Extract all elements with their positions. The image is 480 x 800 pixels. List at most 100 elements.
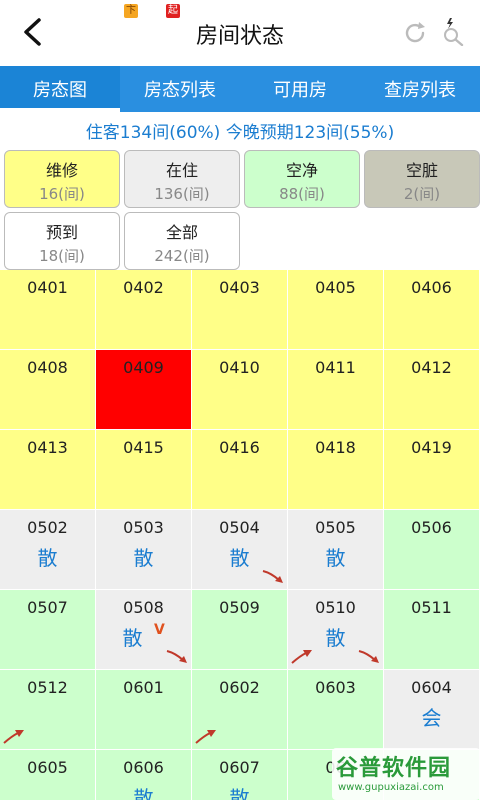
room-cell[interactable]: 0409 <box>96 350 192 430</box>
room-number: 0406 <box>411 278 452 297</box>
room-number: 0512 <box>27 678 68 697</box>
tab-room-list[interactable]: 房态列表 <box>120 66 240 112</box>
checkout-arrow-icon <box>358 650 379 663</box>
watermark: 谷普软件园 www.gupuxiazai.com <box>332 748 480 800</box>
room-cell[interactable]: 0402 <box>96 270 192 350</box>
room-cell[interactable]: 0415 <box>96 430 192 510</box>
filter-occupied[interactable]: 在住 136(间) <box>124 150 240 208</box>
guest-type-tag: 会 <box>421 706 442 730</box>
room-cell[interactable]: 0606 散 <box>96 750 192 800</box>
room-cell[interactable]: 0412 <box>384 350 480 430</box>
room-cell[interactable]: 0419 <box>384 430 480 510</box>
filter-count: 18(间) <box>39 247 85 265</box>
room-cell[interactable]: 0502 散 <box>0 510 96 590</box>
guest-type-tag: 散 <box>325 546 346 570</box>
room-cell[interactable]: 0405 <box>288 270 384 350</box>
room-cell[interactable]: 0408 <box>0 350 96 430</box>
filter-count: 2(间) <box>403 185 441 203</box>
room-cell[interactable]: 0410 <box>192 350 288 430</box>
room-cell[interactable]: 0418 <box>288 430 384 510</box>
room-number: 0413 <box>27 438 68 457</box>
filter-all[interactable]: 全部 242(间) <box>124 212 240 270</box>
room-cell[interactable]: 0505 散 <box>288 510 384 590</box>
status-icons: 卞 起 <box>124 4 180 18</box>
room-cell[interactable]: 0604 会 <box>384 670 480 750</box>
room-cell[interactable]: 0411 <box>288 350 384 430</box>
room-number: 0405 <box>315 278 356 297</box>
checkin-arrow-icon <box>291 650 312 664</box>
guest-type-tag: 散 <box>37 546 58 570</box>
room-cell[interactable]: 0607 散 <box>192 750 288 800</box>
room-number: 0607 <box>219 758 260 777</box>
filter-count: 136(间) <box>154 185 210 203</box>
room-cell[interactable]: 0508 散 V <box>96 590 192 670</box>
filter-label: 维修 <box>45 161 78 180</box>
room-number: 0410 <box>219 358 260 377</box>
checkin-arrow-icon <box>3 730 24 744</box>
room-cell[interactable]: 0512 <box>0 670 96 750</box>
watermark-title: 谷普软件园 <box>336 756 452 781</box>
room-number: 0418 <box>315 438 356 457</box>
filter-label: 空脏 <box>405 161 438 180</box>
room-cell[interactable]: 0416 <box>192 430 288 510</box>
room-cell[interactable]: 0605 <box>0 750 96 800</box>
checkout-arrow-icon <box>166 650 187 663</box>
room-number: 0606 <box>123 758 164 777</box>
vip-badge: V <box>154 622 165 638</box>
room-number: 0412 <box>411 358 452 377</box>
room-number: 0511 <box>411 598 452 617</box>
app-icon-1: 卞 <box>124 4 138 18</box>
room-number: 0403 <box>219 278 260 297</box>
filter-clean[interactable]: 空净 88(间) <box>244 150 360 208</box>
room-number: 0505 <box>315 518 356 537</box>
search-icon[interactable] <box>440 18 466 46</box>
occupancy-summary: 住客134间(60%) 今晚预期123间(55%) <box>85 123 395 143</box>
room-cell[interactable]: 0403 <box>192 270 288 350</box>
room-cell[interactable]: 0413 <box>0 430 96 510</box>
room-cell[interactable]: 0507 <box>0 590 96 670</box>
room-number: 0603 <box>315 678 356 697</box>
filter-dirty[interactable]: 空脏 2(间) <box>364 150 480 208</box>
room-cell[interactable]: 0503 散 <box>96 510 192 590</box>
room-cell[interactable]: 0510 散 <box>288 590 384 670</box>
guest-type-tag: 散 <box>133 786 154 800</box>
room-number: 0507 <box>27 598 68 617</box>
app-icon-2: 起 <box>166 4 180 18</box>
room-number: 0419 <box>411 438 452 457</box>
room-number: 0408 <box>27 358 68 377</box>
room-number: 0605 <box>27 758 68 777</box>
guest-type-tag: 散 <box>133 546 154 570</box>
guest-type-tag: 散 <box>229 786 250 800</box>
filter-maintenance[interactable]: 维修 16(间) <box>4 150 120 208</box>
room-number: 0502 <box>27 518 68 537</box>
filter-label: 空净 <box>285 161 318 180</box>
tab-room-map[interactable]: 房态图 <box>0 66 120 112</box>
refresh-icon[interactable] <box>402 20 428 46</box>
room-number: 0508 <box>123 598 164 617</box>
room-number: 0604 <box>411 678 452 697</box>
room-cell[interactable]: 0603 <box>288 670 384 750</box>
room-number: 0602 <box>219 678 260 697</box>
filter-count: 16(间) <box>39 185 85 203</box>
room-number: 0402 <box>123 278 164 297</box>
room-cell[interactable]: 0406 <box>384 270 480 350</box>
room-cell[interactable]: 0511 <box>384 590 480 670</box>
room-cell[interactable]: 0509 <box>192 590 288 670</box>
tab-bar: 房态图 房态列表 可用房 查房列表 <box>0 66 480 112</box>
room-cell[interactable]: 0504 散 <box>192 510 288 590</box>
room-number: 0409 <box>123 358 164 377</box>
filter-label: 全部 <box>165 223 198 242</box>
filter-arriving[interactable]: 预到 18(间) <box>4 212 120 270</box>
tab-available-rooms[interactable]: 可用房 <box>240 66 360 112</box>
tab-inspection-list[interactable]: 查房列表 <box>360 66 480 112</box>
room-number: 0401 <box>27 278 68 297</box>
room-cell[interactable]: 0506 <box>384 510 480 590</box>
room-number: 0411 <box>315 358 356 377</box>
room-cell[interactable]: 0401 <box>0 270 96 350</box>
room-cell[interactable]: 0601 <box>96 670 192 750</box>
room-number: 0506 <box>411 518 452 537</box>
app-bar: 卞 起 房间状态 <box>0 0 480 66</box>
room-number: 0504 <box>219 518 260 537</box>
room-cell[interactable]: 0602 <box>192 670 288 750</box>
room-number: 0510 <box>315 598 356 617</box>
